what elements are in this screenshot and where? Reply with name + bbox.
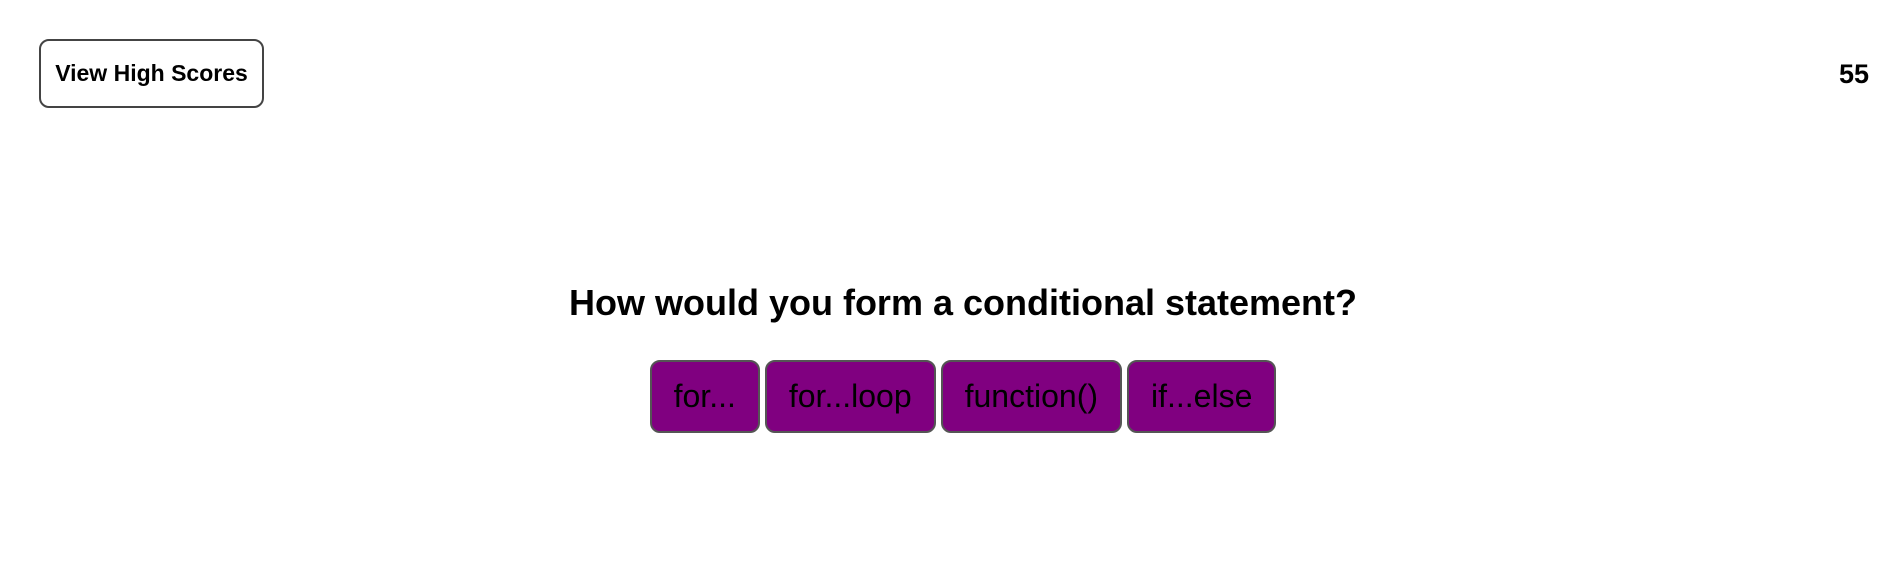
answer-button-for[interactable]: for... — [649, 360, 760, 433]
answer-button-function[interactable]: function() — [940, 360, 1122, 433]
answer-button-if-else[interactable]: if...else — [1127, 360, 1277, 433]
answer-choices: for... for...loop function() if...else — [0, 360, 1895, 433]
answer-button-for-loop[interactable]: for...loop — [764, 360, 936, 433]
question-text: How would you form a conditional stateme… — [568, 282, 1358, 323]
view-high-scores-button[interactable]: View High Scores — [39, 39, 264, 108]
quiz-container: How would you form a conditional stateme… — [0, 281, 1895, 433]
timer-display: 55 — [1838, 59, 1869, 89]
quiz-page: View High Scores 55 How would you form a… — [0, 0, 1895, 563]
